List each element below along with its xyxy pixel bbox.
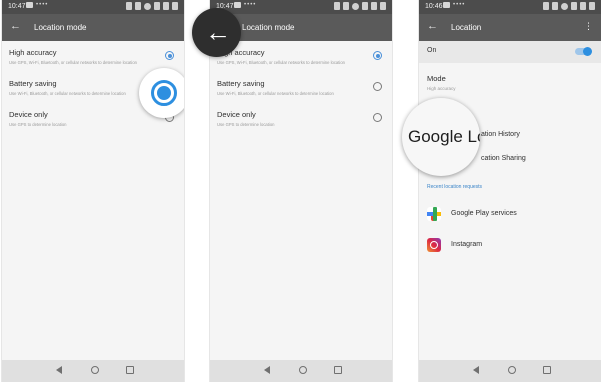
option-label: High accuracy [9, 48, 57, 57]
option-high-accuracy[interactable]: High accuracy Use GPS, Wi-Fi, Bluetooth,… [2, 41, 184, 72]
magnified-radio-selected-icon [139, 68, 184, 118]
wifi-icon [352, 2, 359, 10]
option-device-only[interactable]: Device only Use GPS to determine locatio… [210, 103, 392, 134]
nav-bar [419, 360, 601, 382]
signal-icon [571, 2, 577, 10]
google-play-services-icon [427, 207, 441, 221]
mode-label: Mode [427, 74, 446, 83]
bluetooth-icon [543, 2, 549, 10]
toggle-label: On [427, 47, 437, 54]
radio-button-selected[interactable] [373, 51, 382, 60]
status-time: 10:47 [8, 3, 26, 10]
status-bar: 10:47 •••• [2, 0, 184, 14]
vibrate-icon [343, 2, 349, 10]
instagram-icon [427, 238, 441, 252]
battery-icon [172, 2, 178, 10]
nav-home-icon[interactable] [507, 366, 516, 375]
app-name: Google Play services [451, 210, 517, 217]
option-label: Device only [217, 110, 256, 119]
nav-bar [2, 360, 184, 382]
location-toggle-row[interactable]: On [419, 41, 601, 63]
option-description: Use GPS, Wi-Fi, Bluetooth, or cellular n… [9, 60, 138, 65]
option-high-accuracy[interactable]: High accuracy Use GPS, Wi-Fi, Bluetooth,… [210, 41, 392, 72]
location-toggle[interactable] [575, 46, 592, 56]
page-title: Location mode [242, 23, 295, 32]
app-bar: ← Location ⋮ [419, 14, 601, 41]
battery-icon [380, 2, 386, 10]
signal-icon [154, 2, 160, 10]
back-arrow-icon[interactable]: ← [10, 20, 22, 32]
option-label: Battery saving [9, 79, 57, 88]
radio-button-selected[interactable] [165, 51, 174, 60]
option-battery-saving[interactable]: Battery saving Use Wi-Fi, Bluetooth, or … [210, 72, 392, 103]
phone-screen-2: 10:47 •••• ← Location mode High accuracy… [192, 0, 393, 382]
radio-button[interactable] [373, 82, 382, 91]
option-description: Use GPS to determine location [217, 122, 275, 127]
nav-back-icon[interactable] [471, 366, 480, 375]
google-location-history-item[interactable]: ation History [481, 131, 520, 138]
magnified-google-location-text: Google Loc [402, 98, 480, 176]
nav-home-icon[interactable] [298, 366, 307, 375]
app-row-instagram[interactable]: Instagram [427, 236, 587, 256]
magnified-text: Google Loc [408, 127, 480, 146]
radio-button[interactable] [373, 113, 382, 122]
wifi-icon [144, 2, 151, 10]
overflow-menu-icon[interactable]: ⋮ [584, 21, 593, 32]
vibrate-icon [552, 2, 558, 10]
notification-icon [443, 2, 450, 8]
status-bar: 10:46 •••• [419, 0, 601, 14]
nav-recents-icon[interactable] [542, 366, 551, 375]
nav-back-icon[interactable] [262, 366, 271, 375]
phone-screen-1: 10:47 •••• ← Location mode High accuracy… [1, 0, 185, 382]
option-description: Use Wi-Fi, Bluetooth, or cellular networ… [217, 91, 334, 96]
signal-icon [371, 2, 377, 10]
wifi-icon [561, 2, 568, 10]
bluetooth-icon [334, 2, 340, 10]
back-arrow-icon[interactable]: ← [427, 20, 439, 32]
recent-requests-header: Recent location requests [427, 184, 483, 190]
mode-value: High accuracy [427, 86, 456, 91]
option-label: Device only [9, 110, 48, 119]
more-notifications-icon: •••• [36, 2, 49, 8]
option-label: Battery saving [217, 79, 265, 88]
option-description: Use GPS to determine location [9, 122, 67, 127]
app-bar: ← Location mode [2, 14, 184, 41]
signal-icon [163, 2, 169, 10]
location-mode-list: High accuracy Use GPS, Wi-Fi, Bluetooth,… [2, 41, 184, 360]
battery-icon [589, 2, 595, 10]
nav-home-icon[interactable] [90, 366, 99, 375]
page-title: Location mode [34, 23, 87, 32]
mode-row[interactable]: Mode High accuracy [419, 65, 601, 95]
signal-icon [580, 2, 586, 10]
magnified-back-arrow-icon: ← [192, 8, 241, 57]
status-time: 10:46 [425, 3, 443, 10]
nav-bar [210, 360, 392, 382]
notification-icon [234, 2, 241, 8]
bluetooth-icon [126, 2, 132, 10]
google-location-sharing-item[interactable]: cation Sharing [481, 155, 526, 162]
page-title: Location [451, 23, 482, 32]
location-settings: On Mode High accuracy ation History cati… [419, 41, 601, 360]
app-name: Instagram [451, 241, 483, 248]
more-notifications-icon: •••• [453, 2, 466, 8]
nav-recents-icon[interactable] [125, 366, 134, 375]
option-description: Use Wi-Fi, Bluetooth, or cellular networ… [9, 91, 126, 96]
nav-recents-icon[interactable] [333, 366, 342, 375]
more-notifications-icon: •••• [244, 2, 257, 8]
status-bar: 10:47 •••• [210, 0, 392, 14]
location-mode-list: High accuracy Use GPS, Wi-Fi, Bluetooth,… [210, 41, 392, 360]
phone-screen-3: 10:46 •••• ← Location ⋮ On Mode High acc… [402, 0, 601, 382]
nav-back-icon[interactable] [54, 366, 63, 375]
app-row-google-play-services[interactable]: Google Play services [427, 205, 587, 225]
signal-icon [362, 2, 368, 10]
vibrate-icon [135, 2, 141, 10]
notification-icon [26, 2, 33, 8]
option-description: Use GPS, Wi-Fi, Bluetooth, or cellular n… [217, 60, 346, 65]
